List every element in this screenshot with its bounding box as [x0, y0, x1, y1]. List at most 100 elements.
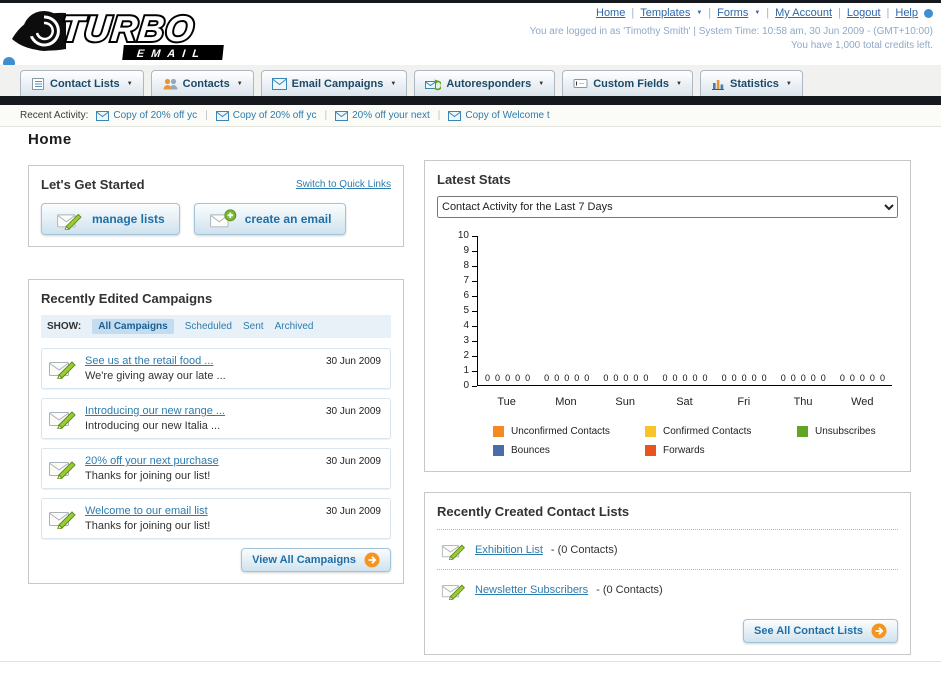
campaign-title-link[interactable]: 20% off your next purchase	[85, 455, 219, 467]
chart-value-label: 0	[662, 373, 668, 383]
see-all-contact-lists-label: See All Contact Lists	[753, 625, 863, 637]
chart-y-tick: 8	[451, 261, 477, 271]
view-all-campaigns-label: View All Campaigns	[252, 554, 356, 566]
legend-label: Confirmed Contacts	[663, 426, 752, 437]
nav-tab-contact-lists[interactable]: Contact Lists ▼	[20, 70, 144, 96]
campaign-title-link[interactable]: See us at the retail food ...	[85, 355, 226, 367]
chart-y-tick: 9	[451, 246, 477, 256]
chart-value-label: 0	[702, 373, 708, 383]
header-link-home[interactable]: Home	[596, 7, 625, 19]
header-link-help[interactable]: Help	[895, 7, 918, 19]
contact-list-item[interactable]: Exhibition List - (0 Contacts)	[437, 529, 898, 569]
header-separator: |	[838, 7, 841, 19]
chart-value-label: 0	[525, 373, 531, 383]
activity-separator: |	[205, 110, 208, 121]
nav-tab-label: Contact Lists	[50, 77, 120, 90]
header-link-logout[interactable]: Logout	[847, 7, 881, 19]
legend-label: Unconfirmed Contacts	[511, 426, 610, 437]
chart-value-label: 0	[515, 373, 521, 383]
header: TURBO EMAIL Home | Templates ▼ | Forms ▼ | My…	[0, 3, 941, 110]
contact-lists-icon	[32, 77, 44, 90]
see-all-contact-lists-button[interactable]: See All Contact Lists	[742, 619, 898, 643]
legend-swatch	[645, 445, 656, 456]
chart-value-label: 0	[859, 373, 865, 383]
nav-tab-autoresponders[interactable]: Autoresponders ▼	[414, 70, 556, 96]
chart-value-label: 0	[544, 373, 550, 383]
switch-quick-links-link[interactable]: Switch to Quick Links	[296, 179, 391, 190]
contacts-icon	[163, 78, 178, 89]
chevron-down-icon: ▼	[236, 80, 243, 87]
legend-item: Forwards	[645, 445, 797, 456]
chart-y-tick: 1	[451, 366, 477, 376]
get-started-panel: Let's Get Started Switch to Quick Links …	[28, 165, 404, 247]
envelope-icon	[215, 110, 229, 121]
chart-value-label: 0	[574, 373, 580, 383]
chart-y-tick: 5	[451, 306, 477, 316]
header-link-my-account[interactable]: My Account	[775, 7, 832, 19]
app-logo[interactable]: TURBO EMAIL	[8, 5, 278, 63]
arrow-right-icon	[364, 552, 380, 568]
legend-label: Unsubscribes	[815, 426, 876, 437]
campaign-row[interactable]: Welcome to our email list Thanks for joi…	[41, 498, 391, 539]
stats-range-select[interactable]: Contact Activity for the Last 7 Days	[437, 196, 898, 218]
contact-list-item[interactable]: Newsletter Subscribers - (0 Contacts)	[437, 569, 898, 609]
chart-value-label: 0	[731, 373, 737, 383]
chart-value-group: 00000	[537, 373, 596, 383]
envelope-icon	[335, 110, 349, 121]
campaign-row[interactable]: See us at the retail food ... We're givi…	[41, 348, 391, 389]
campaign-row[interactable]: 20% off your next purchase Thanks for jo…	[41, 448, 391, 489]
tab-sent[interactable]: Sent	[243, 321, 264, 332]
tab-all-campaigns[interactable]: All Campaigns	[92, 319, 174, 334]
recent-contact-lists-title: Recently Created Contact Lists	[437, 504, 630, 519]
recent-activity-item[interactable]: Copy of 20% off yc	[215, 110, 316, 121]
chart-value-label: 0	[800, 373, 806, 383]
contact-list-name-link[interactable]: Exhibition List	[475, 544, 543, 556]
campaign-title-link[interactable]: Welcome to our email list	[85, 505, 210, 517]
nav-tab-contacts[interactable]: Contacts ▼	[150, 70, 254, 96]
campaign-rows: See us at the retail food ... We're givi…	[41, 348, 391, 539]
envelope-icon	[96, 110, 110, 121]
chart-x-tick-label: Sun	[615, 396, 635, 408]
envelope-plus-icon	[209, 209, 236, 228]
legend-label: Forwards	[663, 445, 705, 456]
nav-tab-email-campaigns[interactable]: Email Campaigns ▼	[260, 70, 408, 96]
create-email-button[interactable]: create an email	[193, 203, 347, 235]
chart-plot-groups: 00000000000000000000000000000000000	[478, 373, 892, 383]
recent-activity-item[interactable]: Copy of Welcome t	[448, 110, 550, 121]
email-campaigns-icon	[271, 77, 287, 90]
campaign-title-link[interactable]: Introducing our new range ...	[85, 405, 225, 417]
envelope-pencil-icon	[49, 461, 76, 479]
chart-y-tick: 7	[451, 276, 477, 286]
tab-archived[interactable]: Archived	[275, 321, 314, 332]
nav-tab-label: Custom Fields	[593, 77, 670, 90]
recent-activity-item[interactable]: 20% off your next	[335, 110, 430, 121]
recent-activity-text: 20% off your next	[352, 110, 430, 121]
chart-value-label: 0	[721, 373, 727, 383]
recent-activity-item[interactable]: Copy of 20% off yc	[96, 110, 197, 121]
manage-lists-button[interactable]: manage lists	[41, 203, 180, 235]
chevron-down-icon: ▼	[785, 80, 792, 87]
campaign-row[interactable]: Introducing our new range ... Introducin…	[41, 398, 391, 439]
campaign-date: 30 Jun 2009	[325, 456, 381, 467]
tab-scheduled[interactable]: Scheduled	[185, 321, 232, 332]
header-link-forms[interactable]: Forms	[717, 7, 748, 19]
nav-tab-custom-fields[interactable]: Custom Fields ▼	[562, 70, 693, 96]
contact-list-name-link[interactable]: Newsletter Subscribers	[475, 584, 588, 596]
header-right: Home | Templates ▼ | Forms ▼ | My Account | Lo…	[530, 7, 933, 51]
chart-value-label: 0	[485, 373, 491, 383]
chart-value-label: 0	[495, 373, 501, 383]
help-bubble-icon[interactable]	[924, 8, 933, 18]
nav-tab-statistics[interactable]: Statistics ▼	[699, 70, 803, 96]
view-all-campaigns-button[interactable]: View All Campaigns	[241, 548, 391, 572]
chart-x-tick-label: Thu	[793, 396, 813, 408]
chart-value-label: 0	[672, 373, 678, 383]
logo-title: TURBO	[59, 8, 196, 49]
campaign-subtitle: Introducing our new Italia ...	[85, 420, 221, 432]
envelope-pencil-icon	[441, 544, 466, 560]
envelope-icon	[448, 110, 462, 121]
chart-value-label: 0	[554, 373, 560, 383]
chart-value-group: 00000	[715, 373, 774, 383]
header-separator: |	[708, 7, 712, 19]
header-link-templates[interactable]: Templates	[640, 7, 690, 19]
chart-value-label: 0	[761, 373, 767, 383]
